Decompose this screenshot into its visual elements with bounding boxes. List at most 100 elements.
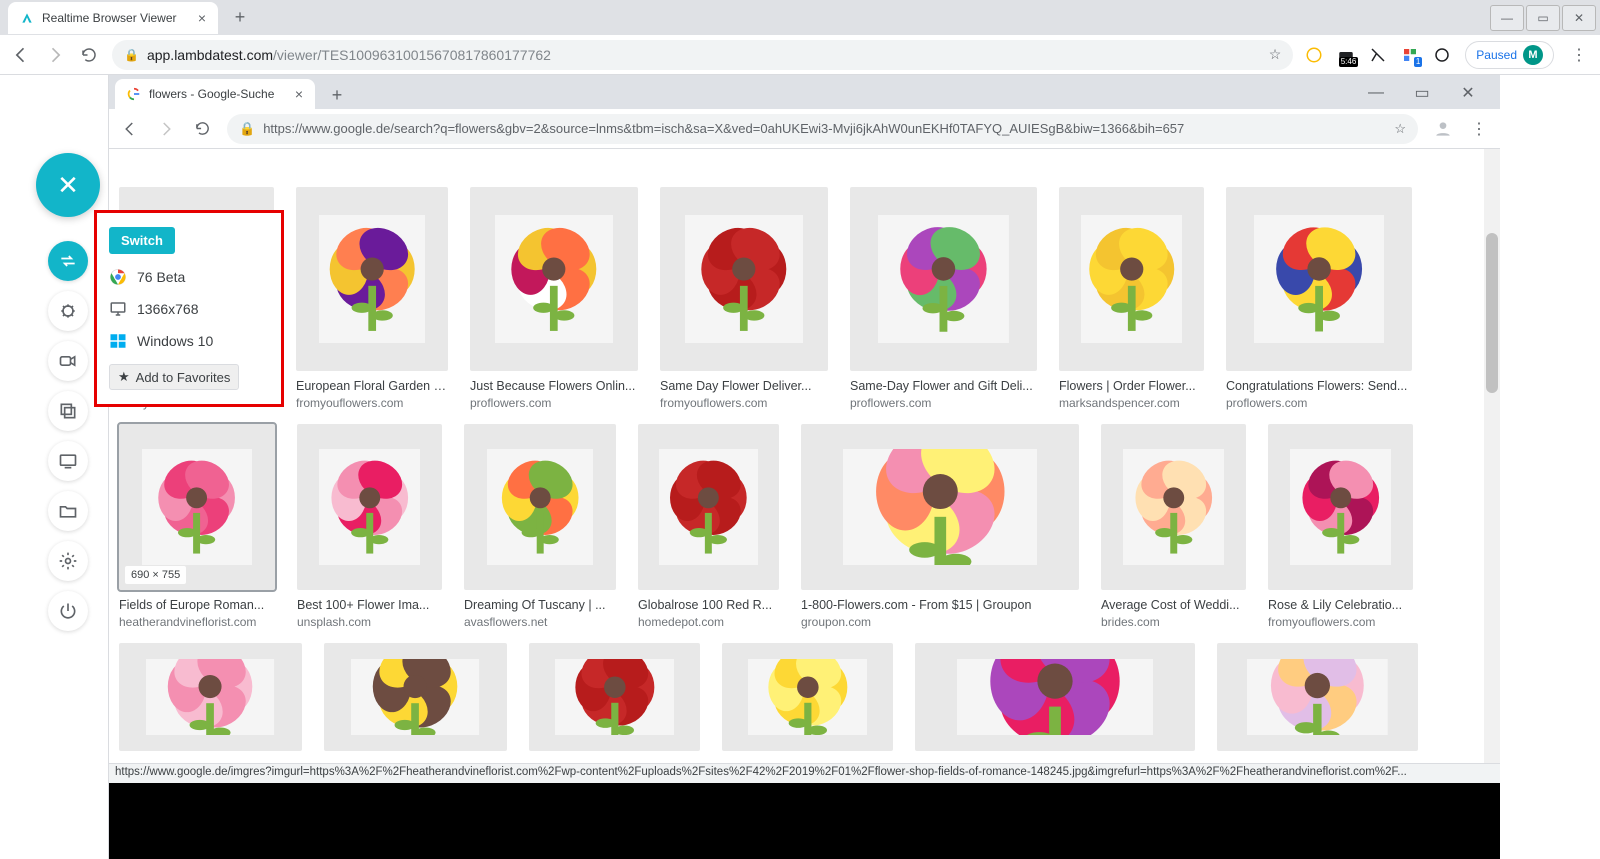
status-url: https://www.google.de/imgres?imgurl=http… xyxy=(115,766,1407,778)
image-thumbnail[interactable] xyxy=(470,187,638,371)
inner-profile-icon[interactable] xyxy=(1432,118,1454,140)
gallery-button[interactable] xyxy=(48,391,88,431)
end-session-button[interactable]: ✕ xyxy=(36,153,100,217)
switch-button[interactable]: Switch xyxy=(109,227,175,254)
inner-reload-button[interactable] xyxy=(191,118,213,140)
image-result-card[interactable] xyxy=(915,643,1195,751)
back-button[interactable] xyxy=(10,44,32,66)
devtools-console[interactable] xyxy=(109,783,1500,859)
resolution-button[interactable] xyxy=(48,441,88,481)
image-result-domain: proflowers.com xyxy=(470,396,638,410)
settings-button[interactable] xyxy=(48,541,88,581)
window-close-button[interactable]: ✕ xyxy=(1562,5,1596,31)
scrollbar-track[interactable] xyxy=(1484,149,1500,859)
paused-label: Paused xyxy=(1476,48,1517,62)
image-result-card[interactable]: Just Because Flowers Onlin...proflowers.… xyxy=(470,187,638,410)
image-result-card[interactable]: Congratulations Flowers: Send...proflowe… xyxy=(1226,187,1412,410)
inner-new-tab-button[interactable]: + xyxy=(323,81,351,109)
inner-back-button[interactable] xyxy=(119,118,141,140)
inner-forward-button[interactable] xyxy=(155,118,177,140)
scrollbar-thumb[interactable] xyxy=(1486,233,1498,393)
resolution-label: 1366x768 xyxy=(137,301,199,317)
image-result-card[interactable]: Same Day Flower Deliver...fromyouflowers… xyxy=(660,187,828,410)
outer-tab[interactable]: Realtime Browser Viewer × xyxy=(8,2,218,34)
image-thumbnail[interactable] xyxy=(1268,424,1413,590)
image-thumbnail[interactable] xyxy=(660,187,828,371)
image-result-card[interactable]: 690 × 755 Fields of Europe Roman... heathe… xyxy=(119,424,275,629)
minimize-button[interactable]: — xyxy=(1490,5,1524,31)
close-icon[interactable]: × xyxy=(198,10,206,26)
avatar: M xyxy=(1523,45,1543,65)
extension-icon-1[interactable] xyxy=(1305,46,1323,64)
image-result-card[interactable]: Dreaming Of Tuscany | ...avasflowers.net xyxy=(464,424,616,629)
image-thumbnail[interactable] xyxy=(324,643,507,751)
image-result-card[interactable]: Average Cost of Weddi...brides.com xyxy=(1101,424,1246,629)
project-button[interactable] xyxy=(48,491,88,531)
power-button[interactable] xyxy=(48,591,88,631)
image-result-domain: heatherandvineflorist.com xyxy=(119,615,275,629)
lambdatest-favicon xyxy=(20,11,34,25)
kebab-menu[interactable]: ⋮ xyxy=(1568,44,1590,66)
new-tab-button[interactable]: + xyxy=(226,4,254,32)
extension-icon-4[interactable]: 1 xyxy=(1401,46,1419,64)
image-thumbnail[interactable] xyxy=(915,643,1195,751)
image-thumbnail[interactable] xyxy=(1217,643,1418,751)
image-thumbnail[interactable] xyxy=(464,424,616,590)
image-result-card[interactable]: European Floral Garden a...fromyouflower… xyxy=(296,187,448,410)
image-result-card[interactable] xyxy=(529,643,700,751)
extension-icon-5[interactable] xyxy=(1433,46,1451,64)
add-to-favorites-button[interactable]: ★ Add to Favorites xyxy=(109,364,239,390)
image-thumbnail[interactable] xyxy=(638,424,779,590)
image-thumbnail[interactable] xyxy=(297,424,442,590)
image-result-card[interactable] xyxy=(324,643,507,751)
extension-icon-2[interactable]: 5:46 xyxy=(1337,46,1355,64)
inner-address-bar[interactable]: 🔒 https://www.google.de/search?q=flowers… xyxy=(227,114,1418,144)
close-icon[interactable]: × xyxy=(295,86,303,102)
image-result-card[interactable]: Rose & Lily Celebratio...fromyouflowers.… xyxy=(1268,424,1413,629)
image-result-card[interactable]: Flowers | Order Flower...marksandspencer… xyxy=(1059,187,1204,410)
image-result-card[interactable] xyxy=(722,643,893,751)
config-os-row: Windows 10 xyxy=(109,332,269,350)
image-result-card[interactable]: Globalrose 100 Red R...homedepot.com xyxy=(638,424,779,629)
star-icon[interactable]: ☆ xyxy=(1394,121,1406,137)
forward-button[interactable] xyxy=(44,44,66,66)
star-icon: ★ xyxy=(118,369,130,385)
status-bar: https://www.google.de/imgres?imgurl=http… xyxy=(109,763,1500,783)
switch-config-button[interactable] xyxy=(48,241,88,281)
image-result-title: Congratulations Flowers: Send... xyxy=(1226,379,1412,393)
inner-tab[interactable]: flowers - Google-Suche × xyxy=(115,79,315,109)
image-thumbnail[interactable] xyxy=(296,187,448,371)
image-result-title: Fields of Europe Roman... xyxy=(119,598,275,612)
outer-address-bar[interactable]: 🔒 app.lambdatest.com/viewer/TES100963100… xyxy=(112,40,1293,70)
image-thumbnail[interactable] xyxy=(1059,187,1204,371)
image-thumbnail[interactable] xyxy=(801,424,1079,590)
image-thumbnail[interactable] xyxy=(1226,187,1412,371)
star-icon[interactable]: ☆ xyxy=(1269,46,1282,63)
image-thumbnail[interactable] xyxy=(1101,424,1246,590)
reload-button[interactable] xyxy=(78,44,100,66)
mark-bug-button[interactable] xyxy=(48,291,88,331)
record-button[interactable] xyxy=(48,341,88,381)
image-result-card[interactable] xyxy=(119,643,302,751)
image-result-card[interactable]: Same-Day Flower and Gift Deli...proflowe… xyxy=(850,187,1037,410)
image-thumbnail[interactable] xyxy=(119,643,302,751)
inner-kebab-menu[interactable]: ⋮ xyxy=(1468,118,1490,140)
image-result-card[interactable] xyxy=(1217,643,1418,751)
inner-url: https://www.google.de/search?q=flowers&g… xyxy=(263,121,1386,136)
maximize-button[interactable]: ▭ xyxy=(1526,5,1560,31)
image-result-title: European Floral Garden a... xyxy=(296,379,448,393)
image-thumbnail[interactable] xyxy=(529,643,700,751)
inner-minimize-button[interactable]: — xyxy=(1354,79,1398,107)
image-thumbnail[interactable] xyxy=(850,187,1037,371)
image-result-domain: groupon.com xyxy=(801,615,1079,629)
inner-maximize-button[interactable]: ▭ xyxy=(1400,79,1444,107)
inner-close-button[interactable]: ✕ xyxy=(1446,79,1490,107)
extension-icon-3[interactable] xyxy=(1369,46,1387,64)
profile-paused-pill[interactable]: Paused M xyxy=(1465,41,1554,69)
inner-page-content[interactable]: You're In My Heart at Fr...fromyouflower… xyxy=(109,149,1500,859)
session-rail: ✕ xyxy=(36,153,100,631)
image-thumbnail[interactable] xyxy=(722,643,893,751)
image-result-card[interactable]: Best 100+ Flower Ima...unsplash.com xyxy=(297,424,442,629)
image-thumbnail[interactable]: 690 × 755 xyxy=(119,424,275,590)
image-result-card[interactable]: 1-800-Flowers.com - From $15 | Groupongr… xyxy=(801,424,1079,629)
